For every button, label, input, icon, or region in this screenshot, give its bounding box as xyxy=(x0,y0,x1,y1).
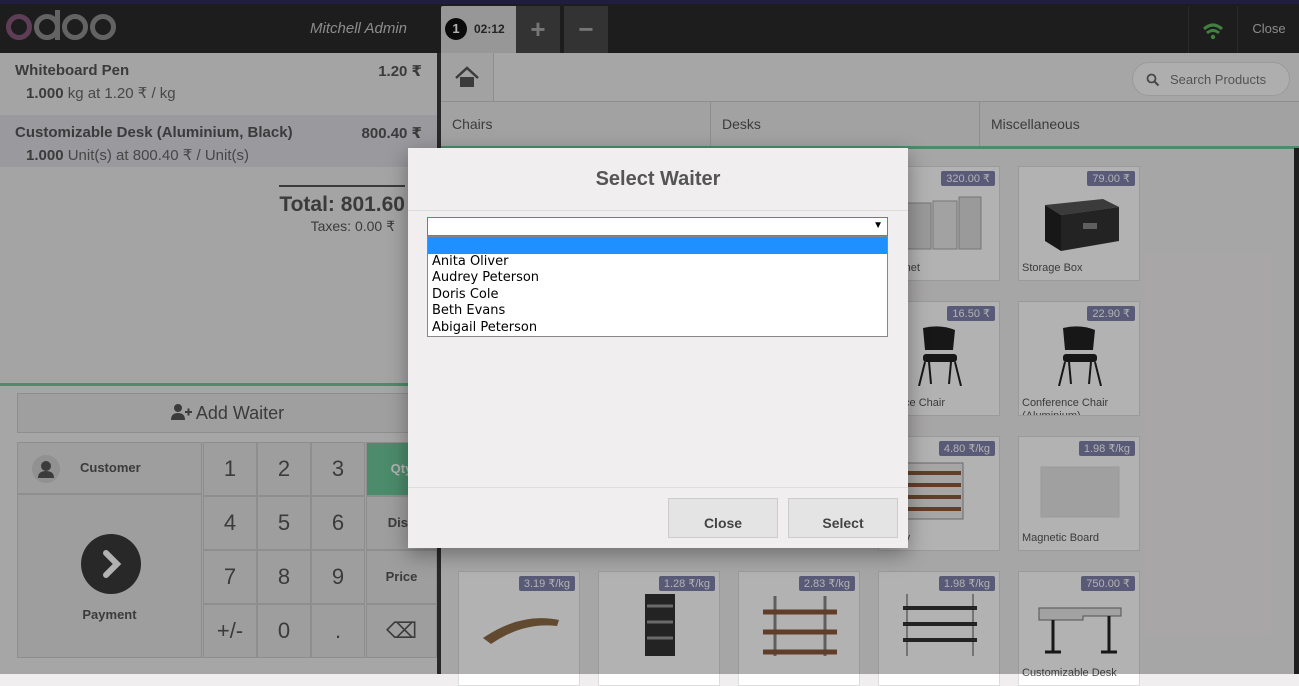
dialog-select-button[interactable]: Select xyxy=(788,498,898,538)
waiter-option-blank[interactable] xyxy=(428,237,887,254)
dialog-footer: Close Select xyxy=(408,487,908,548)
select-waiter-dialog: Select Waiter ▼ Anita Oliver Audrey Pete… xyxy=(408,148,908,548)
waiter-option[interactable]: Doris Cole xyxy=(428,287,887,304)
waiter-select[interactable]: ▼ xyxy=(427,217,888,236)
waiter-option[interactable]: Anita Oliver xyxy=(428,254,887,271)
dialog-title: Select Waiter xyxy=(408,148,908,211)
waiter-option[interactable]: Audrey Peterson xyxy=(428,270,887,287)
dialog-close-button[interactable]: Close xyxy=(668,498,778,538)
waiter-options-list: Anita Oliver Audrey Peterson Doris Cole … xyxy=(427,236,888,337)
waiter-option[interactable]: Abigail Peterson xyxy=(428,320,887,337)
dropdown-arrow-icon: ▼ xyxy=(873,220,883,231)
waiter-option[interactable]: Beth Evans xyxy=(428,303,887,320)
